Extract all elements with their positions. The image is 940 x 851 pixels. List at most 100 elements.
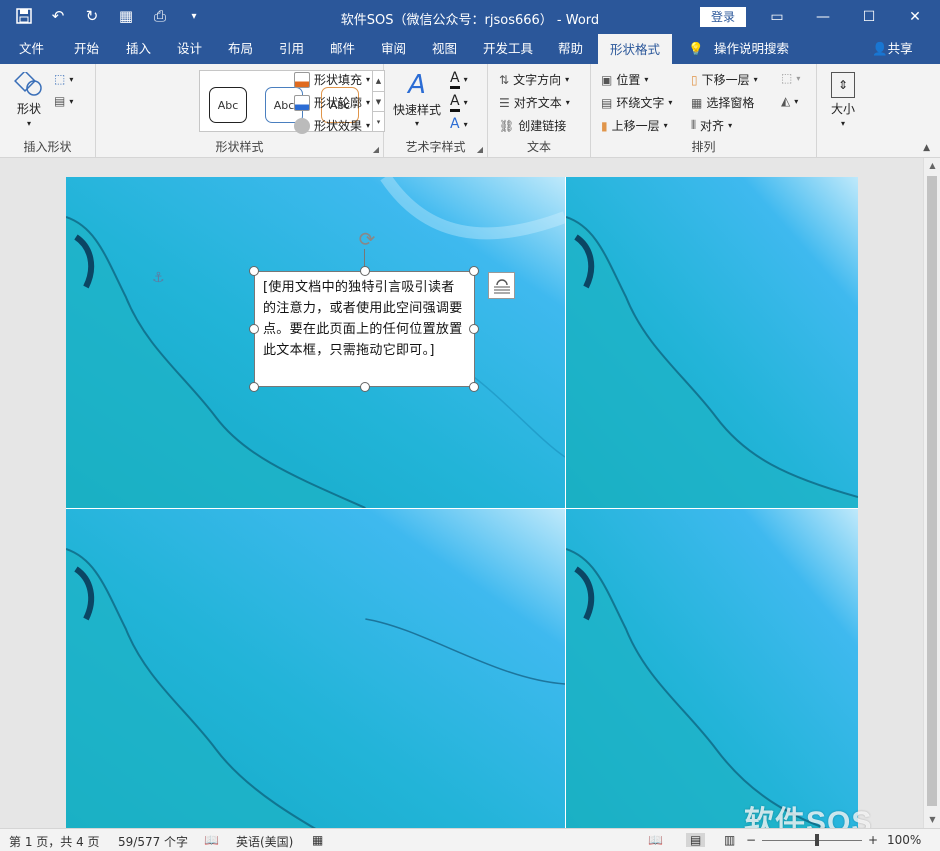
shape-outline-label: 形状轮廓 [314,96,363,110]
tab-design[interactable]: 设计 [175,34,204,64]
position-label: 位置 [616,73,641,87]
tell-me-search[interactable]: 操作说明搜索 [712,34,791,64]
resize-handle[interactable] [249,324,259,334]
bring-forward-button[interactable]: ▮ 上移一层 ▾ [601,117,668,134]
customize-qat-icon[interactable]: ▾ [184,6,204,26]
save-icon[interactable] [14,6,34,26]
chevron-down-icon: ▾ [26,119,31,128]
style-preset-1[interactable]: Abc [209,87,247,123]
align-button[interactable]: ⫴ 对齐 ▾ [691,117,732,134]
draw-textbox-button[interactable]: ▤ ▾ [54,94,73,108]
text-direction-button[interactable]: ⇅ 文字方向 ▾ [499,71,569,88]
tell-me-icon[interactable]: 💡 [686,34,706,64]
close-button[interactable]: ✕ [892,0,938,34]
gallery-down-icon[interactable]: ▼ [372,91,384,111]
wrap-text-icon: ▤ [601,95,613,110]
scroll-up-icon[interactable]: ▲ [924,158,940,174]
web-layout-icon[interactable]: ▥ [724,833,735,847]
tab-help[interactable]: 帮助 [556,34,585,64]
shape-effect-button[interactable]: 形状效果 ▾ [294,117,370,134]
ribbon-display-options-icon[interactable]: ▭ [754,0,800,34]
word-count[interactable]: 59/577 个字 [118,833,188,850]
page-count[interactable]: 第 1 页，共 4 页 [9,833,100,850]
dialog-launcher-icon[interactable]: ◢ [373,145,379,154]
align-text-icon: ☰ [499,95,510,110]
maximize-button[interactable]: ☐ [846,0,892,34]
scroll-down-icon[interactable]: ▼ [924,812,940,828]
collapse-ribbon-icon[interactable]: ▲ [923,143,930,153]
dialog-launcher-icon[interactable]: ◢ [477,145,483,154]
size-button[interactable]: ⇕ 大小 ▾ [831,72,855,128]
group-label: 排列 [691,140,716,154]
background-image-tile [66,509,565,828]
resize-handle[interactable] [360,266,370,276]
bring-forward-label: 上移一层 [611,119,660,133]
send-backward-button[interactable]: ▯ 下移一层 ▾ [691,71,758,88]
group-size: ⇕ 大小 ▾ [817,64,877,158]
resize-handle[interactable] [360,382,370,392]
edit-shape-button[interactable]: ⬚ ▾ [54,72,73,86]
resize-handle[interactable] [469,324,479,334]
selection-pane-button[interactable]: ▦ 选择窗格 [691,94,754,111]
textbox-text[interactable]: [使用文档中的独特引言吸引读者的注意力，或者使用此空间强调要点。要在此页面上的任… [263,280,463,358]
tab-developer[interactable]: 开发工具 [481,34,535,64]
login-button[interactable]: 登录 [700,7,746,27]
print-preview-icon[interactable]: ⎙ [150,6,170,26]
tab-home[interactable]: 开始 [72,34,101,64]
zoom-out-icon[interactable]: − [746,833,756,847]
tab-review[interactable]: 审阅 [379,34,408,64]
tab-insert[interactable]: 插入 [124,34,153,64]
tab-references[interactable]: 引用 [277,34,306,64]
align-icon: ⫴ [691,118,697,132]
tab-layout[interactable]: 布局 [226,34,255,64]
shape-button[interactable]: 形状 ▾ [14,72,44,128]
resize-handle[interactable] [249,382,259,392]
shape-fill-button[interactable]: 形状填充 ▾ [294,71,370,88]
zoom-in-icon[interactable]: + [868,833,878,847]
layout-options-icon[interactable] [488,272,515,299]
resize-handle[interactable] [469,382,479,392]
proofing-icon[interactable]: 📖 [204,833,219,847]
share-button[interactable]: 👤共享 [870,34,915,64]
align-text-button[interactable]: ☰ 对齐文本 ▾ [499,94,570,111]
text-effects-button[interactable]: A ▾ [450,116,468,132]
tab-mailings[interactable]: 邮件 [328,34,357,64]
macro-record-icon[interactable]: ▦ [312,833,323,847]
vertical-scrollbar[interactable]: ▲ ▼ [923,158,940,828]
undo-icon[interactable]: ↶ [48,6,68,26]
text-outline-button[interactable]: A ▾ [450,93,468,112]
text-fill-button[interactable]: A ▾ [450,70,468,89]
zoom-level[interactable]: 100% [887,833,921,847]
redo-icon[interactable]: ↻ [82,6,102,26]
print-layout-icon[interactable]: ▤ [686,833,706,847]
zoom-slider-thumb[interactable] [815,834,819,846]
paint-bucket-icon [294,71,310,88]
pull-quote-textbox[interactable]: [使用文档中的独特引言吸引读者的注意力，或者使用此空间强调要点。要在此页面上的任… [254,271,475,387]
tab-file[interactable]: 文件 [17,34,46,64]
group-objects-button[interactable]: ⬚ ▾ [781,71,800,85]
textbox-icon: ▤ [54,94,66,108]
anchor-icon[interactable]: ⚓ [152,270,165,286]
person-icon: 👤 [872,41,888,56]
zoom-slider[interactable] [762,840,862,841]
position-button[interactable]: ▣ 位置 ▾ [601,71,648,88]
rotate-button[interactable]: ◭ ▾ [781,94,798,108]
shape-outline-button[interactable]: 形状轮廓 ▾ [294,94,370,111]
create-link-button[interactable]: ⛓ 创建链接 [499,117,566,134]
tab-shape-format[interactable]: 形状格式 [598,34,673,64]
read-mode-icon[interactable]: 📖 [648,833,663,847]
resize-handle[interactable] [249,266,259,276]
resize-handle[interactable] [469,266,479,276]
touch-mode-icon[interactable]: ▦ [116,6,136,26]
size-label: 大小 [831,102,856,116]
gallery-more-icon[interactable]: ▾ [372,111,384,131]
scroll-thumb[interactable] [927,176,937,806]
language-status[interactable]: 英语(美国) [236,833,293,850]
quick-styles-button[interactable]: A 快速样式 ▾ [393,70,441,128]
tab-view[interactable]: 视图 [430,34,459,64]
wrap-text-button[interactable]: ▤ 环绕文字 ▾ [601,94,672,111]
minimize-button[interactable]: — [800,0,846,34]
gallery-up-icon[interactable]: ▲ [372,71,384,91]
group-insert-shape: 形状 ▾ ⬚ ▾ ▤ ▾ 插入形状 [0,64,96,158]
rotate-handle-icon[interactable]: ⟳ [355,227,379,251]
